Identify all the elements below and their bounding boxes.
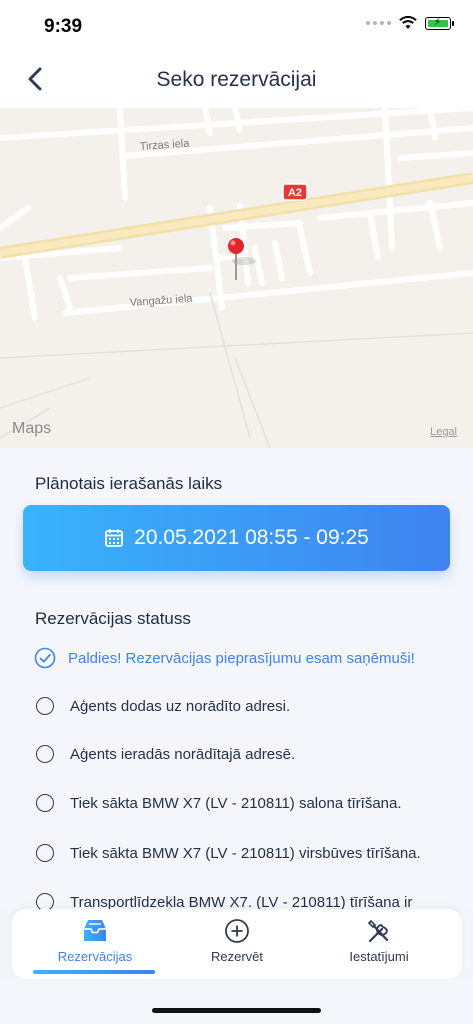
status-item: Aģents dodas uz norādīto adresi. [34, 693, 454, 719]
tab-rezervacijas[interactable]: Rezervācijas [20, 917, 170, 975]
status-item: Tiek sākta BMW X7 (LV - 210811) salona t… [34, 790, 454, 816]
empty-circle-icon [36, 844, 54, 862]
status-item-text: Tiek sākta BMW X7 (LV - 210811) salona t… [70, 794, 402, 812]
empty-circle-icon [36, 745, 54, 763]
battery-icon: ⚡ [425, 16, 454, 30]
nav-header: Seko rezervācijai [0, 50, 473, 108]
empty-circle-icon [36, 697, 54, 715]
plus-circle-icon [225, 919, 249, 943]
tab-bar: Rezervācijas Rezervēt Iestatījumi [12, 909, 462, 979]
tab-label: Rezervācijas [57, 949, 133, 964]
active-tab-indicator [33, 970, 155, 974]
signal-icon [366, 21, 391, 25]
page-title: Seko rezervācijai [156, 68, 317, 91]
empty-circle-icon [36, 794, 54, 812]
arrival-time-card: 20.05.2021 08:55 - 09:25 [23, 505, 450, 571]
status-icons: ⚡ [366, 16, 454, 30]
status-item-text: Aģents ieradās norādītajā adresē. [70, 745, 296, 763]
status-item-text: Aģents dodas uz norādīto adresi. [70, 697, 291, 715]
map-view[interactable]: A2 Tirzas iela Vangažu iela Maps Legal [0, 108, 473, 448]
status-item: Paldies! Rezervācijas pieprasījumu esam … [34, 645, 454, 671]
maps-logo: Maps [12, 420, 52, 437]
tools-icon [367, 919, 389, 943]
status-label: Rezervācijas statuss [35, 609, 191, 628]
tab-label: Rezervēt [210, 949, 264, 964]
wifi-icon [399, 16, 417, 29]
status-time: 9:39 [44, 16, 83, 37]
map-legal-link[interactable]: Legal [430, 426, 457, 438]
status-item-text: Transportlīdzekla BMW X7. (LV - 210811) … [70, 893, 413, 911]
check-circle-icon [34, 647, 56, 669]
status-item: Aģents ieradās norādītajā adresē. [34, 741, 454, 767]
inbox-icon [84, 920, 106, 941]
tab-iestatijumi[interactable]: Iestatījumi [304, 917, 454, 975]
map-streets: A2 Tirzas iela Vangažu iela [0, 108, 473, 448]
status-item: Tiek sākta BMW X7 (LV - 210811) virsbūve… [34, 840, 454, 866]
tab-label: Iestatījumi [349, 949, 409, 964]
arrival-time-value: 20.05.2021 08:55 - 09:25 [134, 526, 369, 549]
home-indicator [152, 1008, 321, 1013]
tab-rezervet[interactable]: Rezervēt [162, 917, 312, 975]
arrival-label: Plānotais ierašanās laiks [35, 474, 223, 493]
status-item-text: Paldies! Rezervācijas pieprasījumu esam … [68, 649, 415, 667]
calendar-icon [105, 529, 124, 547]
highway-badge: A2 [288, 187, 302, 199]
status-item-text: Tiek sākta BMW X7 (LV - 210811) virsbūve… [70, 844, 421, 862]
status-bar: 9:39 ⚡ [0, 0, 473, 50]
bottom-safe-area [0, 979, 473, 1024]
